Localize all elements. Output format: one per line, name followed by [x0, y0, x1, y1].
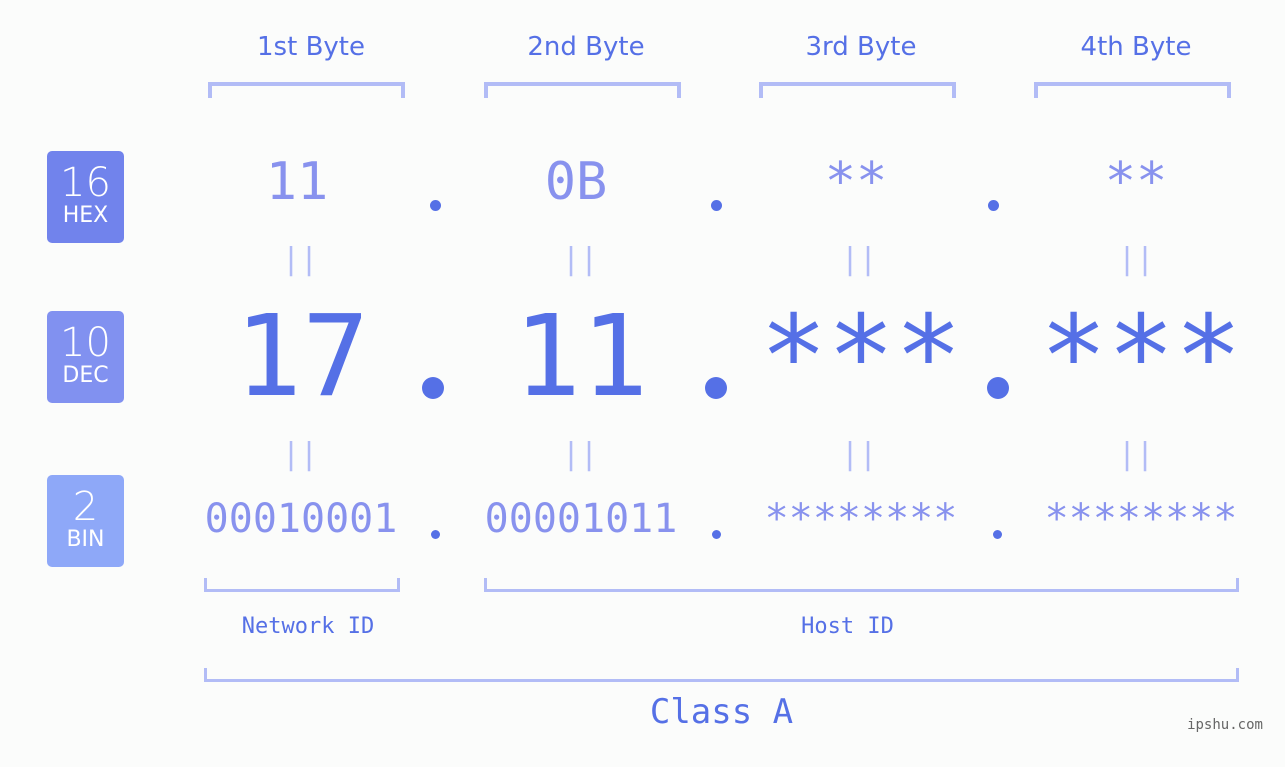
- bin-byte-1: 00010001: [204, 496, 398, 542]
- dec-byte-3: ***: [759, 292, 963, 422]
- bin-byte-2: 00001011: [484, 496, 678, 542]
- host-id-bracket: [484, 578, 1239, 592]
- header-byte-4: 4th Byte: [1080, 32, 1192, 62]
- equals-hex-dec-3: ||: [840, 242, 878, 277]
- equals-dec-bin-1: ||: [281, 437, 319, 472]
- dec-badge: 10 DEC: [47, 311, 124, 403]
- bracket-byte-1: [208, 82, 405, 98]
- bracket-byte-4: [1034, 82, 1231, 98]
- dec-label: DEC: [62, 363, 109, 388]
- hex-dot-2: [711, 200, 722, 211]
- hex-base: 16: [60, 160, 111, 206]
- hex-badge: 16 HEX: [47, 151, 124, 243]
- host-id-label: Host ID: [801, 614, 894, 639]
- dec-dot-2: [705, 377, 727, 399]
- network-id-label: Network ID: [241, 614, 375, 639]
- watermark: ipshu.com: [1187, 717, 1263, 733]
- network-id-bracket: [204, 578, 400, 592]
- hex-label: HEX: [62, 203, 109, 228]
- dec-dot-1: [422, 377, 444, 399]
- bin-dot-2: [712, 530, 721, 539]
- dec-base: 10: [60, 320, 111, 366]
- hex-byte-4: **: [1104, 152, 1168, 212]
- equals-dec-bin-2: ||: [561, 437, 599, 472]
- header-byte-3: 3rd Byte: [805, 32, 917, 62]
- bin-badge: 2 BIN: [47, 475, 124, 567]
- bin-label: BIN: [66, 527, 105, 552]
- bin-byte-3: ********: [764, 496, 958, 542]
- dec-byte-4: ***: [1039, 292, 1243, 422]
- equals-hex-dec-2: ||: [561, 242, 599, 277]
- hex-byte-1: 11: [265, 152, 329, 212]
- hex-byte-3: **: [824, 152, 888, 212]
- bracket-byte-3: [759, 82, 956, 98]
- header-byte-2: 2nd Byte: [527, 32, 645, 62]
- class-label: Class A: [649, 692, 794, 732]
- class-bracket: [204, 668, 1239, 682]
- bin-dot-1: [431, 530, 440, 539]
- bin-base: 2: [72, 484, 99, 530]
- bin-dot-3: [993, 530, 1002, 539]
- bracket-byte-2: [484, 82, 681, 98]
- equals-hex-dec-4: ||: [1117, 242, 1155, 277]
- header-byte-1: 1st Byte: [257, 32, 365, 62]
- equals-dec-bin-3: ||: [840, 437, 878, 472]
- equals-hex-dec-1: ||: [281, 242, 319, 277]
- dec-byte-2: 11: [513, 292, 649, 422]
- hex-dot-3: [988, 200, 999, 211]
- bin-byte-4: ********: [1044, 496, 1238, 542]
- dec-dot-3: [987, 377, 1009, 399]
- dec-byte-1: 17: [234, 292, 370, 422]
- hex-dot-1: [430, 200, 441, 211]
- equals-dec-bin-4: ||: [1117, 437, 1155, 472]
- hex-byte-2: 0B: [544, 152, 608, 212]
